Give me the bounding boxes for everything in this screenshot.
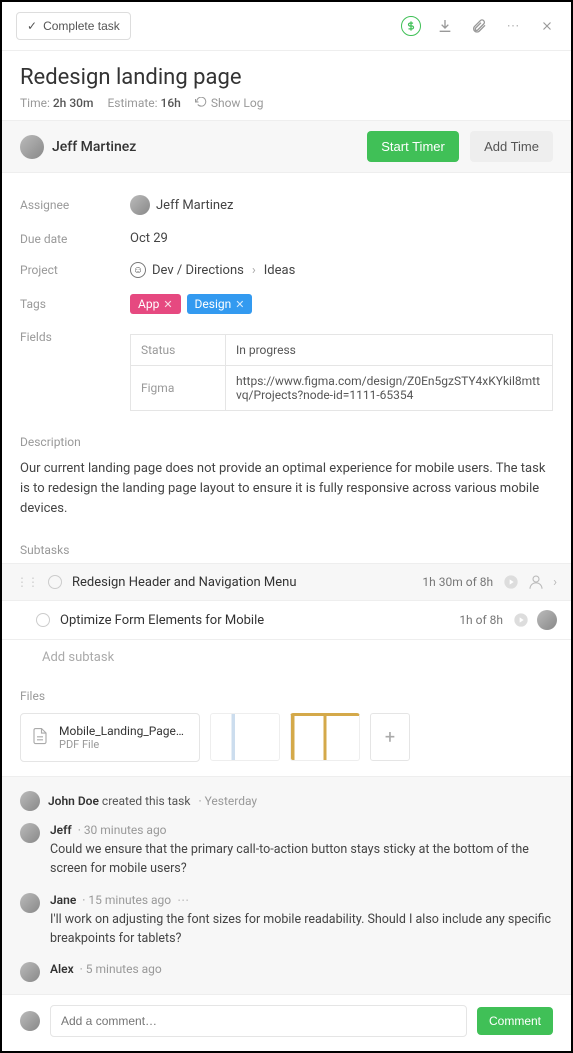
- file-thumbnail[interactable]: [210, 713, 280, 761]
- current-user-chip[interactable]: Jeff Martinez: [20, 135, 136, 159]
- comment-input[interactable]: [50, 1005, 467, 1037]
- subtask-title: Optimize Form Elements for Mobile: [60, 613, 449, 628]
- file-icon: [31, 725, 49, 751]
- avatar: [20, 135, 44, 159]
- description-label: Description: [2, 425, 571, 455]
- estimate-value: 16h: [161, 96, 181, 110]
- avatar[interactable]: [537, 610, 557, 630]
- comment: Alex · 5 minutes ago: [20, 962, 553, 982]
- avatar: [20, 962, 40, 982]
- project-row: Project ☺ Dev / Directions › Ideas: [20, 254, 553, 286]
- tag-remove-icon[interactable]: ✕: [235, 298, 244, 311]
- subtask-time: 1h 30m of 8h: [422, 575, 493, 589]
- project-value[interactable]: ☺ Dev / Directions › Ideas: [130, 262, 295, 278]
- project-label: Project: [20, 263, 130, 277]
- due-date-label: Due date: [20, 232, 130, 246]
- activity-section: John Doe created this task · Yesterday J…: [2, 776, 571, 994]
- fields-row: Fields Status In progress Figma https://…: [20, 322, 553, 419]
- more-icon[interactable]: ⋯: [503, 16, 523, 36]
- add-file-button[interactable]: +: [370, 713, 410, 761]
- tags-value: App ✕ Design ✕: [130, 294, 252, 314]
- complete-label: Complete task: [43, 19, 120, 33]
- subtask-row[interactable]: ⋮⋮ Redesign Header and Navigation Menu 1…: [2, 563, 571, 600]
- show-log-button[interactable]: Show Log: [195, 96, 264, 110]
- fields-label: Fields: [20, 330, 130, 344]
- user-name: Jeff Martinez: [52, 139, 136, 155]
- due-date-row: Due date Oct 29: [20, 223, 553, 254]
- title-block: Redesign landing page Time: 2h 30m Estim…: [2, 51, 571, 120]
- complete-task-button[interactable]: ✓ Complete task: [16, 12, 131, 40]
- time-value: 2h 30m: [53, 96, 94, 110]
- close-icon[interactable]: [537, 16, 557, 36]
- subtask-time: 1h of 8h: [459, 613, 503, 627]
- due-date-value[interactable]: Oct 29: [130, 231, 168, 246]
- assignee-row: Assignee Jeff Martinez: [20, 187, 553, 223]
- subtask-checkbox[interactable]: [36, 613, 50, 627]
- tag-remove-icon[interactable]: ✕: [163, 298, 172, 311]
- download-icon[interactable]: [435, 16, 455, 36]
- comment-body: Could we ensure that the primary call-to…: [50, 841, 553, 879]
- time-row: Time: 2h 30m Estimate: 16h Show Log: [20, 96, 553, 110]
- tag-app[interactable]: App ✕: [130, 294, 181, 314]
- attachment-icon[interactable]: [469, 16, 489, 36]
- topbar: ✓ Complete task ⋯: [2, 2, 571, 51]
- tags-label: Tags: [20, 297, 130, 311]
- assignee-icon[interactable]: [527, 573, 545, 591]
- add-subtask-input[interactable]: Add subtask: [2, 639, 571, 679]
- chevron-right-icon[interactable]: ›: [553, 575, 557, 590]
- play-icon[interactable]: [503, 574, 519, 590]
- details: Assignee Jeff Martinez Due date Oct 29 P…: [2, 173, 571, 425]
- comment-more-icon[interactable]: ⋯: [177, 893, 189, 907]
- assignee-value[interactable]: Jeff Martinez: [130, 195, 233, 215]
- activity-created: John Doe created this task · Yesterday: [20, 791, 553, 811]
- fields-table: Status In progress Figma https://www.fig…: [130, 334, 553, 411]
- field-row-figma[interactable]: Figma https://www.figma.com/design/Z0En5…: [131, 366, 553, 411]
- project-icon: ☺: [130, 262, 146, 278]
- files-label: Files: [2, 679, 571, 709]
- subtasks-label: Subtasks: [2, 533, 571, 563]
- show-log-label: Show Log: [211, 96, 264, 110]
- subtask-checkbox[interactable]: [48, 575, 62, 589]
- add-time-button[interactable]: Add Time: [470, 131, 553, 162]
- avatar: [20, 823, 40, 843]
- start-timer-button[interactable]: Start Timer: [367, 131, 459, 162]
- avatar: [20, 791, 40, 811]
- subtask-row[interactable]: Optimize Form Elements for Mobile 1h of …: [2, 600, 571, 639]
- subtask-title: Redesign Header and Navigation Menu: [72, 575, 412, 590]
- file-type: PDF File: [59, 738, 189, 751]
- comment: Jane · 15 minutes ago ⋯ I'll work on adj…: [20, 893, 553, 949]
- comment-box: Comment: [2, 994, 571, 1051]
- time-label: Time:: [20, 96, 50, 110]
- file-card[interactable]: Mobile_Landing_Page_Wir… PDF File: [20, 713, 200, 762]
- timer-buttons: Start Timer Add Time: [367, 131, 553, 162]
- user-bar: Jeff Martinez Start Timer Add Time: [2, 120, 571, 173]
- tags-row: Tags App ✕ Design ✕: [20, 286, 553, 322]
- file-name: Mobile_Landing_Page_Wir…: [59, 724, 189, 738]
- avatar: [130, 195, 150, 215]
- description-text[interactable]: Our current landing page does not provid…: [2, 455, 571, 533]
- comment-body: I'll work on adjusting the font sizes fo…: [50, 911, 553, 949]
- file-thumbnail[interactable]: [290, 713, 360, 761]
- estimate-label: Estimate:: [107, 96, 157, 110]
- avatar: [20, 1011, 40, 1031]
- dollar-icon[interactable]: [401, 16, 421, 36]
- tag-design[interactable]: Design ✕: [187, 294, 253, 314]
- breadcrumb-sep: ›: [252, 263, 256, 278]
- comment: Jeff · 30 minutes ago Could we ensure th…: [20, 823, 553, 879]
- drag-handle-icon[interactable]: ⋮⋮: [16, 575, 38, 589]
- assignee-label: Assignee: [20, 198, 130, 212]
- comment-button[interactable]: Comment: [477, 1007, 553, 1035]
- files-section: Mobile_Landing_Page_Wir… PDF File +: [2, 709, 571, 776]
- topbar-actions: ⋯: [401, 16, 557, 36]
- avatar: [20, 893, 40, 913]
- play-icon[interactable]: [513, 612, 529, 628]
- check-icon: ✓: [27, 19, 37, 33]
- task-title[interactable]: Redesign landing page: [20, 65, 553, 90]
- field-row-status[interactable]: Status In progress: [131, 335, 553, 366]
